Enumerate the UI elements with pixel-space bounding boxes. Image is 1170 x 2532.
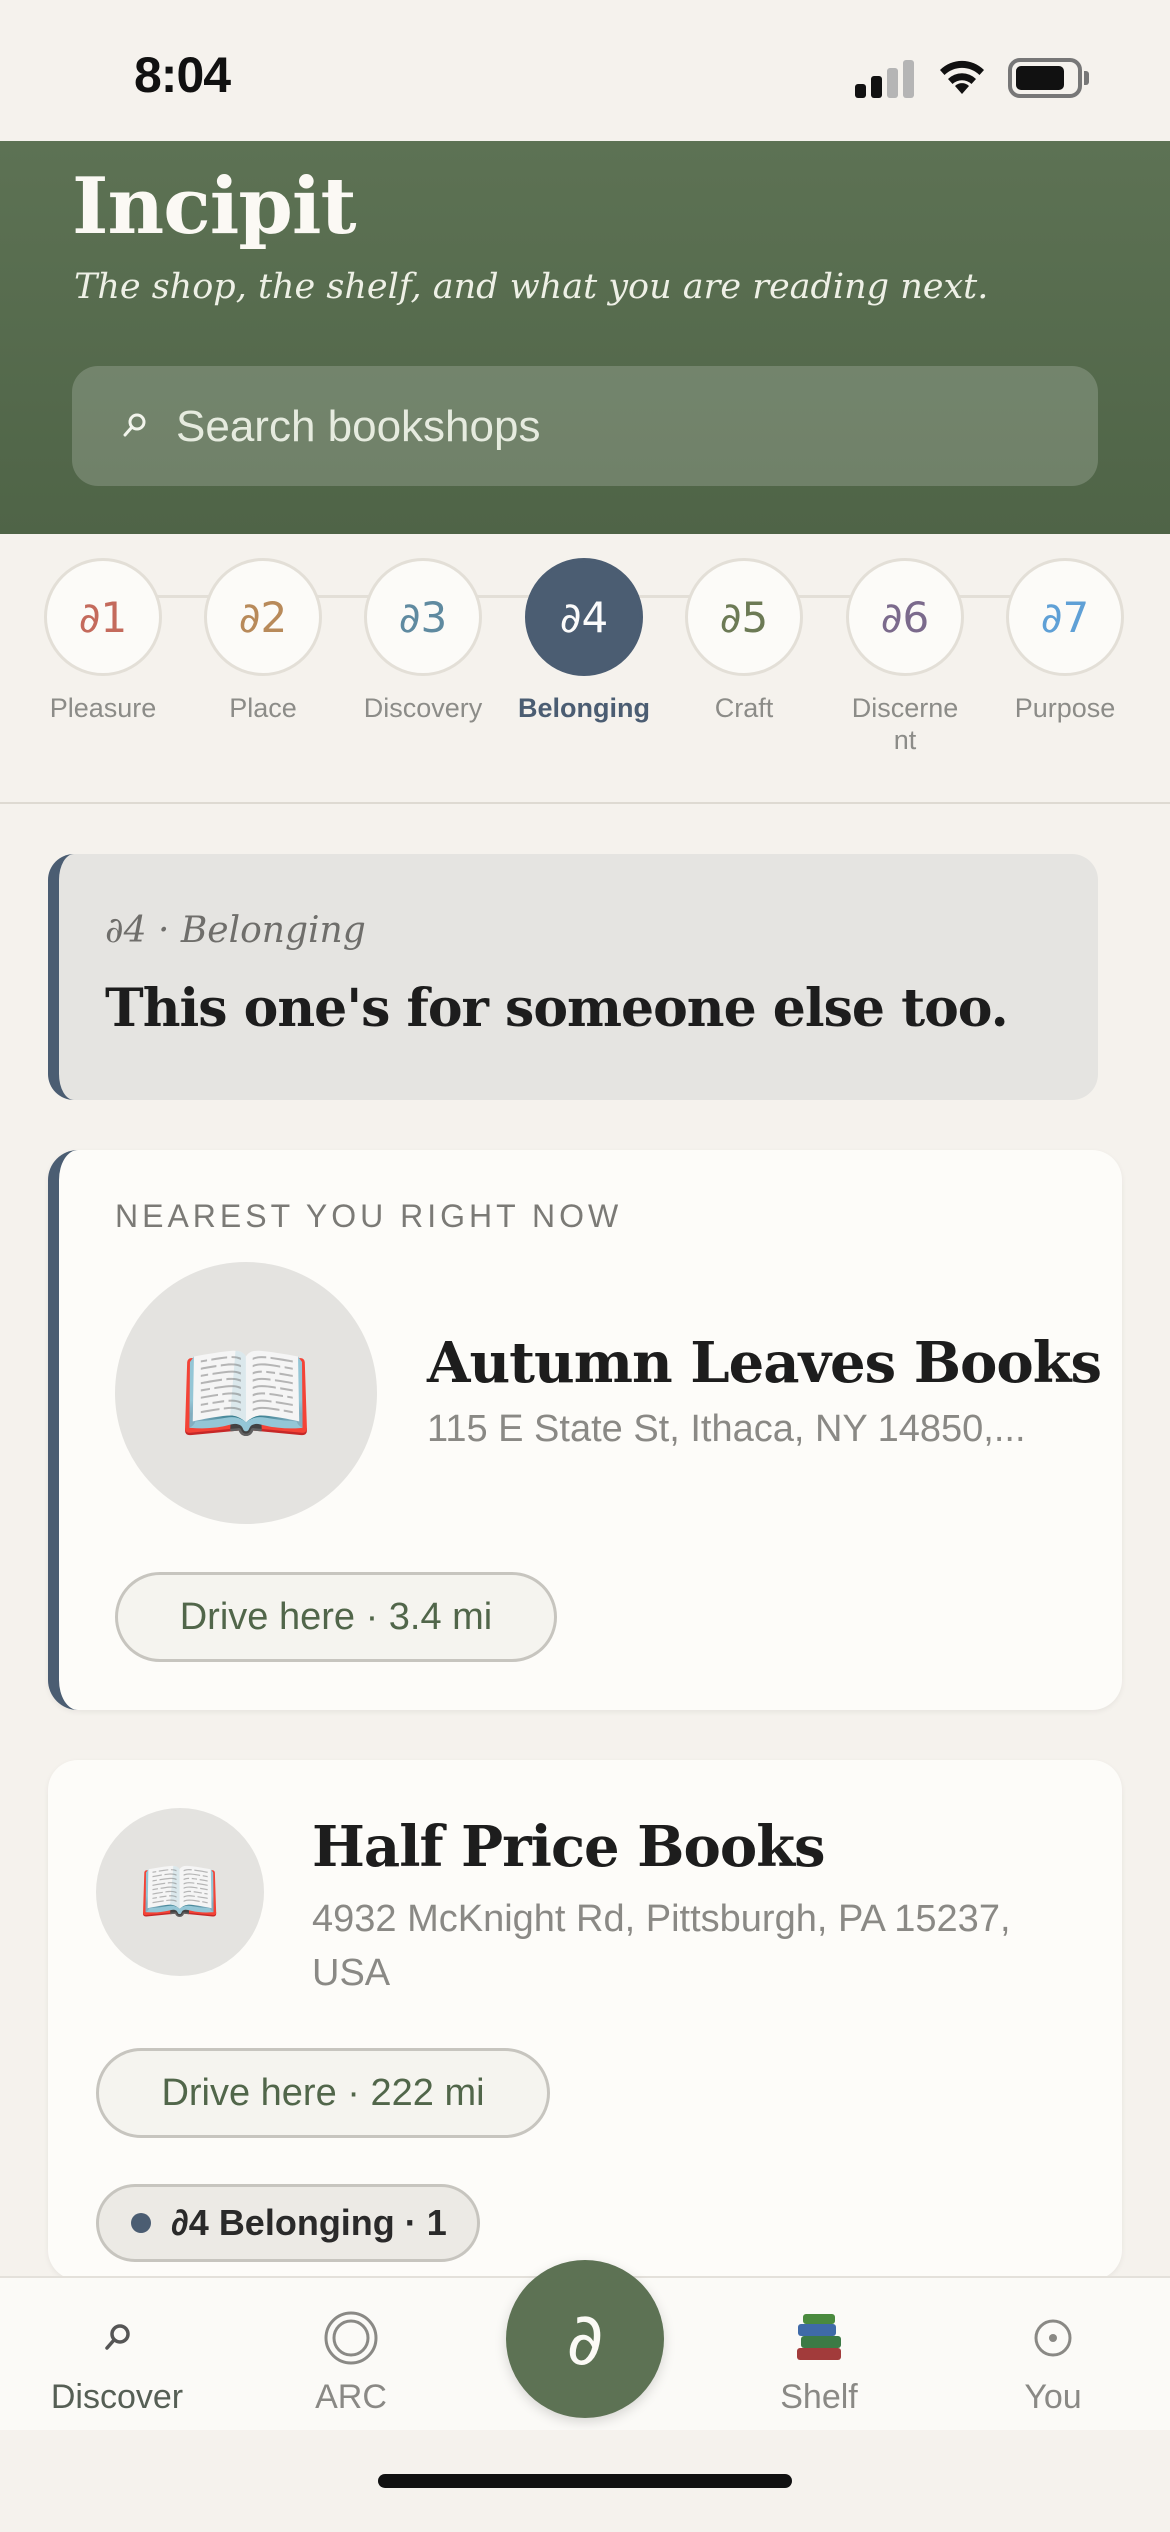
dimension-label: Belonging — [518, 693, 650, 723]
shop-name: Half Price Books — [312, 1814, 826, 1880]
search-icon — [105, 2324, 130, 2350]
dimension-badge: ∂4 — [525, 558, 643, 676]
home-indicator-area — [0, 2430, 1170, 2532]
shop-name: Autumn Leaves Books — [427, 1330, 1102, 1396]
nearest-kicker: NEAREST YOU RIGHT NOW — [115, 1198, 623, 1234]
app-header: Incipit The shop, the shelf, and what yo… — [0, 141, 1170, 534]
dimension-badge: ∂6 — [846, 558, 964, 676]
dimension-tag[interactable]: ∂4 Belonging · 1 — [96, 2184, 480, 2262]
tab-you[interactable]: You — [936, 2278, 1170, 2432]
tab-label: Discover — [50, 2378, 184, 2416]
dimension-belonging[interactable]: ∂4 Belonging — [504, 558, 664, 724]
dimension-badge: ∂3 — [364, 558, 482, 676]
dimension-label: Place — [229, 693, 297, 723]
drive-here-button[interactable]: Drive here · 3.4 mi — [115, 1572, 557, 1662]
book-icon: 📖 — [115, 1262, 377, 1524]
status-bar: 8:04 — [0, 0, 1170, 141]
dimension-badge: ∂1 — [44, 558, 162, 676]
drive-here-button[interactable]: Drive here · 222 mi — [96, 2048, 550, 2138]
dimension-quote-card: ∂4 · Belonging This one's for someone el… — [48, 854, 1098, 1100]
shop-card[interactable]: 📖 Half Price Books 4932 McKnight Rd, Pit… — [48, 1760, 1122, 2280]
shop-address: 115 E State St, Ithaca, NY 14850,... — [427, 1408, 1026, 1450]
wifi-icon — [940, 60, 984, 94]
books-icon — [797, 2314, 841, 2360]
dimension-craft[interactable]: ∂5 Craft — [664, 558, 824, 724]
dimension-label: Craft — [714, 693, 774, 723]
tab-discover[interactable]: Discover — [0, 2278, 234, 2432]
tab-label: Shelf — [780, 2378, 858, 2416]
dimension-place[interactable]: ∂2 Place — [183, 558, 343, 724]
dimension-badge: ∂7 — [1006, 558, 1124, 676]
dimension-label: Discerne nt — [851, 693, 959, 755]
profile-icon — [1034, 2319, 1072, 2357]
cellular-signal-icon — [855, 58, 915, 98]
app-title: Incipit — [72, 161, 357, 252]
dimension-discovery[interactable]: ∂3 Discovery — [343, 558, 503, 724]
dimension-badge: ∂2 — [204, 558, 322, 676]
dimension-badge: ∂5 — [685, 558, 803, 676]
nearest-shop-card[interactable]: NEAREST YOU RIGHT NOW 📖 Autumn Leaves Bo… — [48, 1150, 1122, 1710]
app-tagline: The shop, the shelf, and what you are re… — [74, 267, 989, 307]
search-icon — [123, 413, 146, 437]
dimension-discernment[interactable]: ∂6 Discerne nt — [825, 558, 985, 756]
tag-label: ∂4 Belonging · 1 — [171, 2202, 447, 2243]
dimension-picker: ∂1 Pleasure ∂2 Place ∂3 Discovery ∂4 Bel… — [0, 534, 1170, 804]
dimension-label: Pleasure — [49, 693, 157, 723]
tab-label: ARC — [315, 2378, 387, 2416]
dimension-purpose[interactable]: ∂7 Purpose — [985, 558, 1145, 724]
search-input[interactable]: Search bookshops — [72, 366, 1098, 486]
tab-shelf[interactable]: Shelf — [702, 2278, 936, 2432]
shop-address: 4932 McKnight Rd, Pittsburgh, PA 15237, … — [312, 1898, 1011, 1994]
quote-kicker: ∂4 · Belonging — [105, 910, 366, 951]
tab-label: You — [1024, 2378, 1082, 2416]
quote-text: This one's for someone else too. — [105, 978, 1009, 1039]
status-time: 8:04 — [134, 47, 231, 103]
dimension-label: Discovery — [363, 693, 483, 723]
dimension-pleasure[interactable]: ∂1 Pleasure — [23, 558, 183, 724]
search-placeholder: Search bookshops — [176, 402, 541, 451]
tab-arc[interactable]: ARC — [234, 2278, 468, 2432]
book-icon: 📖 — [96, 1808, 264, 1976]
home-indicator[interactable] — [378, 2474, 792, 2488]
battery-icon — [1008, 58, 1089, 98]
tag-dot-icon — [131, 2213, 151, 2233]
dimension-label: Purpose — [1014, 693, 1116, 723]
target-icon — [324, 2311, 378, 2365]
center-action-button[interactable]: ∂ — [506, 2260, 664, 2418]
